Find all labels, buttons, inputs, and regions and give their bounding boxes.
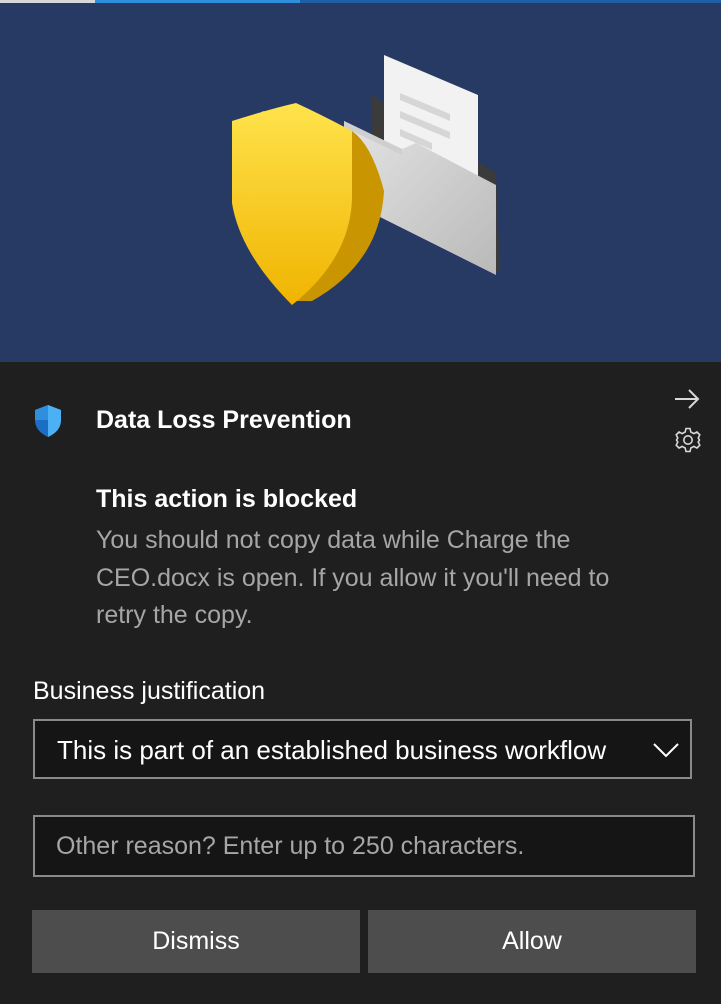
other-reason-input[interactable] [33,815,695,877]
arrow-right-icon[interactable] [672,384,702,414]
gear-icon[interactable] [674,426,702,454]
chevron-down-icon [653,743,679,758]
shield-folder-illustration [232,55,500,305]
justification-label: Business justification [33,677,266,705]
dismiss-button[interactable]: Dismiss [32,910,360,973]
shield-icon [35,405,61,437]
allow-button[interactable]: Allow [368,910,696,973]
hero-illustration [0,3,721,362]
app-title: Data Loss Prevention [96,406,352,434]
message-body: You should not copy data while Charge th… [96,526,610,629]
justification-selected-value: This is part of an established business … [57,735,607,765]
message-headline: This action is blocked [96,485,358,513]
justification-dropdown[interactable]: This is part of an established business … [33,719,692,779]
